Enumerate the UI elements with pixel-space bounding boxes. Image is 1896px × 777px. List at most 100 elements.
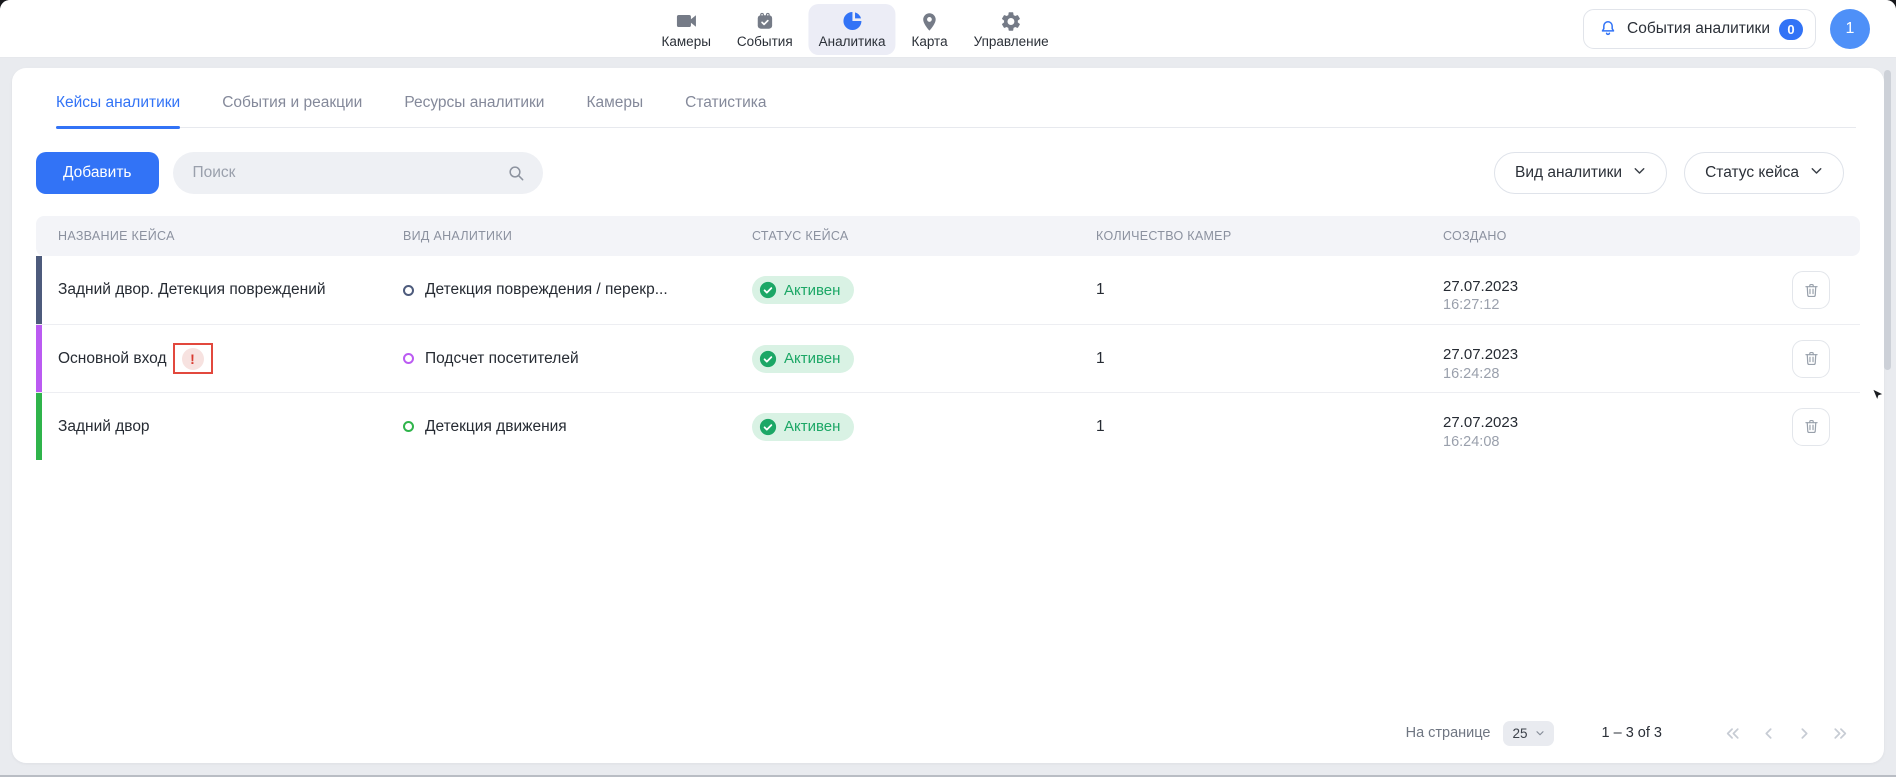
check-circle-icon — [759, 350, 777, 368]
status-badge: Активен — [752, 413, 854, 441]
created-time: 16:27:12 — [1443, 296, 1784, 316]
filter-analytics-type[interactable]: Вид аналитики — [1494, 152, 1667, 194]
per-page-select[interactable]: 25 — [1503, 721, 1554, 746]
filter-case-status[interactable]: Статус кейса — [1684, 152, 1844, 194]
last-page-button[interactable] — [1826, 719, 1854, 747]
next-page-button[interactable] — [1790, 719, 1818, 747]
tab-analytics-resources[interactable]: Ресурсы аналитики — [404, 94, 544, 127]
analytics-tabs: Кейсы аналитики События и реакции Ресурс… — [56, 68, 1856, 128]
table-row[interactable]: Основной вход ! Подсчет посетителей Акти… — [36, 324, 1860, 392]
nav-item-cameras[interactable]: Камеры — [652, 4, 721, 55]
nav-item-events[interactable]: События — [727, 5, 803, 55]
chevron-left-icon — [1758, 723, 1779, 744]
delete-case-button[interactable] — [1792, 271, 1830, 309]
status-label: Активен — [784, 350, 840, 367]
nav-label: Управление — [974, 34, 1049, 49]
cases-table: НАЗВАНИЕ КЕЙСА ВИД АНАЛИТИКИ СТАТУС КЕЙС… — [36, 216, 1860, 460]
tab-events-reactions[interactable]: События и реакции — [222, 94, 362, 127]
map-pin-icon — [919, 11, 941, 33]
column-header-case-status: СТАТУС КЕЙСА — [730, 229, 1074, 243]
created-cell: 27.07.2023 16:24:08 — [1421, 400, 1784, 452]
nav-item-management[interactable]: Управление — [964, 5, 1059, 55]
trash-icon — [1803, 282, 1820, 299]
search-icon[interactable] — [506, 163, 526, 188]
analytics-events-button[interactable]: События аналитики 0 — [1583, 9, 1816, 49]
tab-statistics[interactable]: Статистика — [685, 94, 766, 127]
chevron-right-icon — [1794, 723, 1815, 744]
nav-item-analytics[interactable]: Аналитика — [809, 4, 896, 55]
status-badge: Активен — [752, 345, 854, 373]
analytics-type-label: Детекция повреждения / перекр... — [425, 281, 668, 299]
pagination-range: 1 – 3 of 3 — [1602, 725, 1662, 741]
camera-icon — [674, 9, 698, 33]
row-accent-bar — [36, 393, 42, 460]
prev-page-button[interactable] — [1754, 719, 1782, 747]
created-date: 27.07.2023 — [1443, 345, 1784, 365]
chevron-down-icon — [1631, 162, 1648, 184]
column-header-created: СОЗДАНО — [1421, 229, 1784, 243]
vertical-scrollbar[interactable] — [1884, 70, 1891, 370]
search-box — [173, 152, 543, 194]
case-name: Основной вход — [58, 350, 167, 368]
delete-case-button[interactable] — [1792, 340, 1830, 378]
nav-label: Аналитика — [819, 34, 886, 49]
per-page-label: На странице — [1406, 725, 1491, 741]
search-input[interactable] — [173, 152, 543, 194]
case-name: Задний двор — [58, 418, 150, 436]
cameras-count: 1 — [1096, 418, 1105, 436]
chevron-down-icon — [1808, 162, 1825, 184]
column-header-analytics-type: ВИД АНАЛИТИКИ — [381, 229, 730, 243]
main-nav: Камеры События Аналитика Карта — [652, 4, 1059, 55]
analytics-type-ring-icon — [403, 285, 414, 296]
cameras-count: 1 — [1096, 350, 1105, 368]
status-badge: Активен — [752, 276, 854, 304]
column-header-cameras-count: КОЛИЧЕСТВО КАМЕР — [1074, 229, 1421, 243]
nav-item-map[interactable]: Карта — [901, 6, 957, 55]
table-row[interactable]: Задний двор Детекция движения Активен 1 … — [36, 392, 1860, 460]
row-accent-bar — [36, 256, 42, 324]
check-circle-icon — [759, 418, 777, 436]
column-header-case-name: НАЗВАНИЕ КЕЙСА — [36, 229, 381, 243]
filter-analytics-type-label: Вид аналитики — [1515, 164, 1622, 182]
created-cell: 27.07.2023 16:24:28 — [1421, 332, 1784, 384]
row-accent-bar — [36, 325, 42, 392]
trash-icon — [1803, 350, 1820, 367]
error-highlight-box: ! — [173, 343, 213, 374]
analytics-type-ring-icon — [403, 353, 414, 364]
table-header: НАЗВАНИЕ КЕЙСА ВИД АНАЛИТИКИ СТАТУС КЕЙС… — [36, 216, 1860, 256]
tab-analytics-cases[interactable]: Кейсы аналитики — [56, 94, 180, 127]
table-row[interactable]: Задний двор. Детекция повреждений Детекц… — [36, 256, 1860, 324]
cameras-count: 1 — [1096, 281, 1105, 299]
first-page-button[interactable] — [1718, 719, 1746, 747]
analytics-type-label: Детекция движения — [425, 418, 567, 436]
analytics-events-label: События аналитики — [1627, 20, 1770, 38]
created-time: 16:24:08 — [1443, 433, 1784, 453]
created-cell: 27.07.2023 16:27:12 — [1421, 264, 1784, 316]
nav-label: События — [737, 34, 793, 49]
bell-icon — [1598, 18, 1618, 41]
trash-icon — [1803, 418, 1820, 435]
content-card: Кейсы аналитики События и реакции Ресурс… — [12, 68, 1884, 763]
nav-label: Карта — [911, 34, 947, 49]
user-avatar[interactable]: 1 — [1830, 9, 1870, 49]
nav-label: Камеры — [662, 34, 711, 49]
analytics-type-ring-icon — [403, 421, 414, 432]
pagination: На странице 25 1 – 3 of 3 — [1406, 713, 1854, 753]
delete-case-button[interactable] — [1792, 408, 1830, 446]
tab-cameras[interactable]: Камеры — [586, 94, 643, 127]
analytics-type-label: Подсчет посетителей — [425, 350, 579, 368]
topbar-right: События аналитики 0 1 — [1583, 9, 1870, 49]
events-icon — [753, 10, 776, 33]
double-chevron-right-icon — [1830, 723, 1851, 744]
add-button[interactable]: Добавить — [36, 152, 159, 194]
per-page-value: 25 — [1513, 726, 1528, 741]
check-circle-icon — [759, 281, 777, 299]
filter-case-status-label: Статус кейса — [1705, 164, 1799, 182]
pager-controls — [1718, 719, 1854, 747]
top-header: Камеры События Аналитика Карта — [0, 0, 1896, 58]
created-date: 27.07.2023 — [1443, 413, 1784, 433]
mouse-cursor — [1871, 388, 1886, 408]
created-date: 27.07.2023 — [1443, 277, 1784, 297]
double-chevron-left-icon — [1722, 723, 1743, 744]
events-count-badge: 0 — [1779, 19, 1803, 40]
